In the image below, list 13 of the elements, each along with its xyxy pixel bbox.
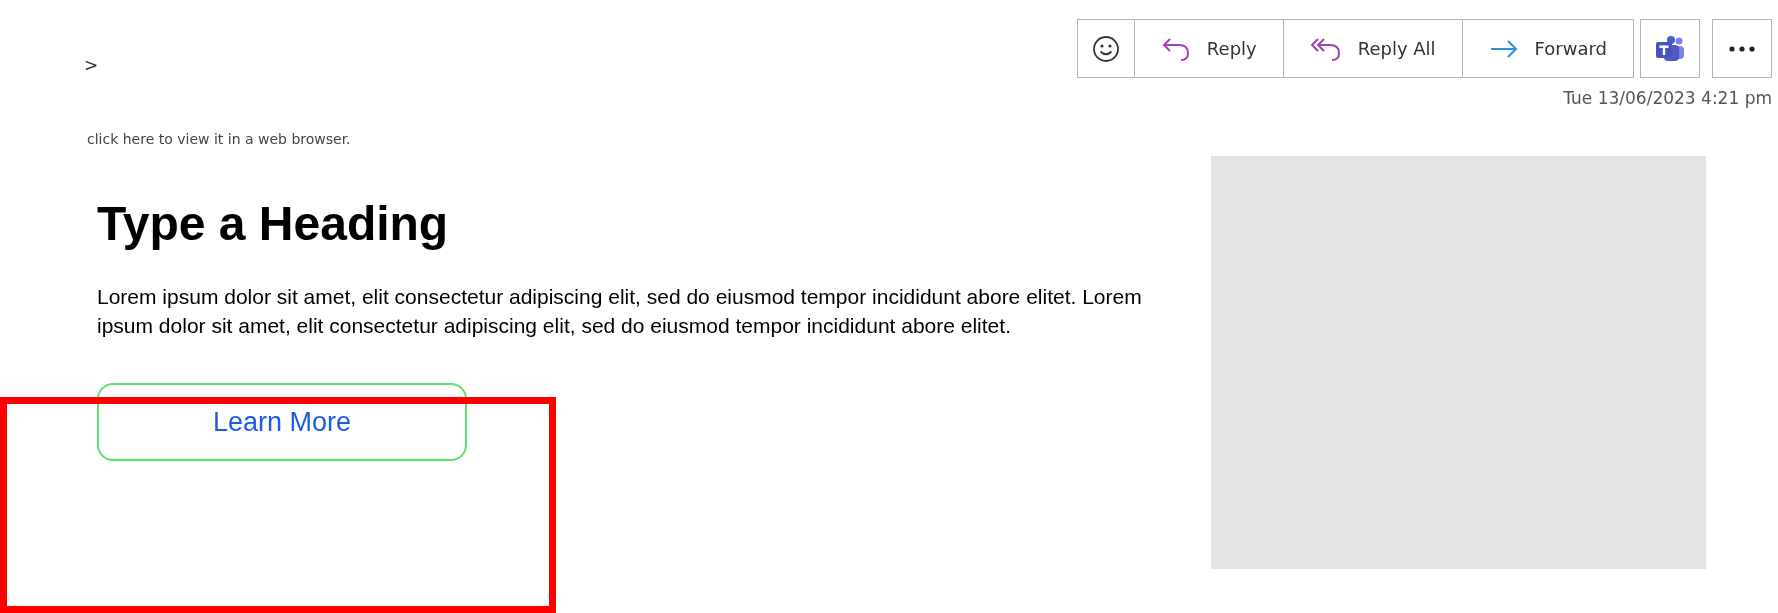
forward-icon — [1488, 38, 1519, 59]
teams-button[interactable] — [1640, 19, 1700, 78]
view-in-browser-link[interactable]: click here to view it in a web browser. — [84, 131, 351, 147]
more-icon — [1729, 45, 1755, 52]
breadcrumb-arrow: > — [84, 55, 99, 75]
sent-date: Tue 13/06/2023 4:21 pm — [1563, 88, 1772, 108]
smiley-icon — [1091, 34, 1120, 63]
reply-icon — [1160, 35, 1191, 62]
heading: Type a Heading — [97, 196, 450, 252]
reply-all-icon — [1309, 35, 1342, 62]
teams-icon — [1655, 34, 1685, 63]
body-paragraph: Lorem ipsum dolor sit amet, elit consectetur adipiscing elit, sed do eiusmod tempor incididunt abore elitet. Lorem ipsum dolor sit amet, elit consectetur adipiscing elit, sed do eiusmod tempor incididunt abore elitet. — [97, 284, 1143, 339]
learn-more-button[interactable]: Learn More — [97, 383, 467, 461]
